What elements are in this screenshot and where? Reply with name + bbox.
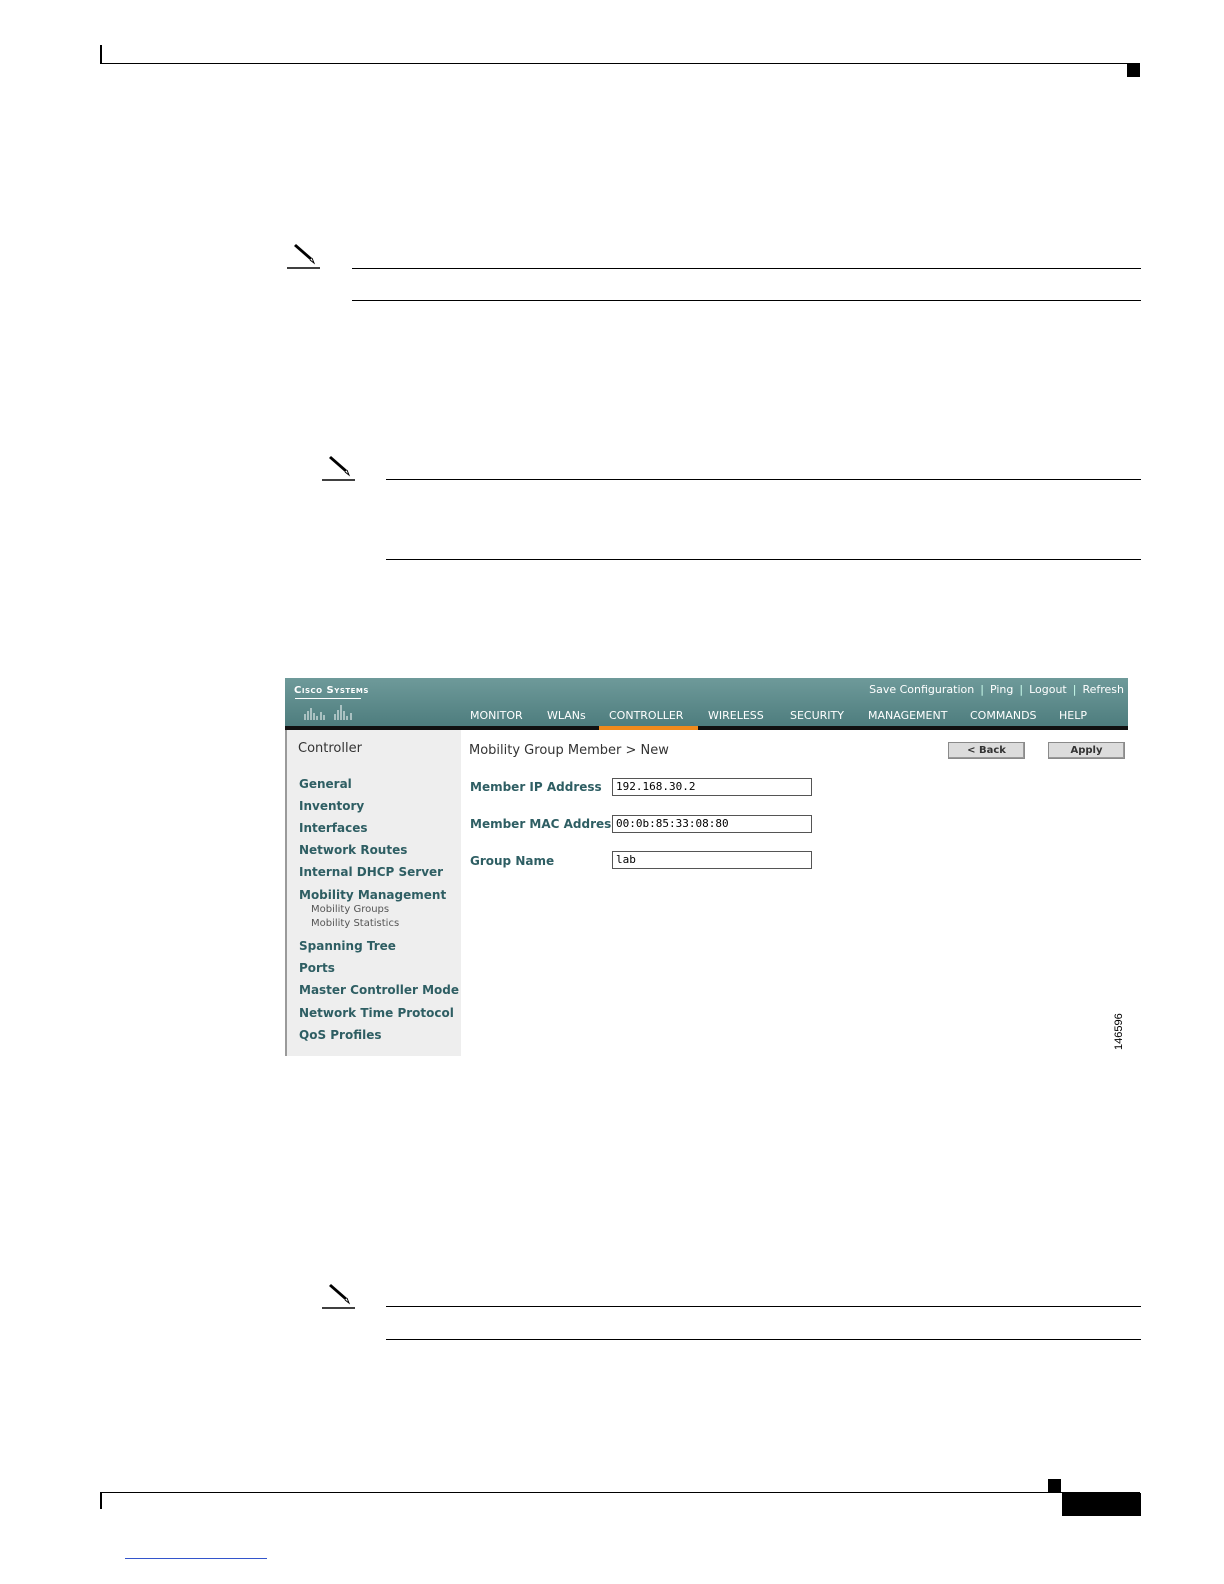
sidebar-item-spanning-tree[interactable]: Spanning Tree xyxy=(299,939,396,953)
figure-number: 146596 xyxy=(1113,1013,1125,1050)
sidebar-item-master-controller-mode[interactable]: Master Controller Mode xyxy=(299,983,459,997)
sidebar-subitem-mobility-statistics[interactable]: Mobility Statistics xyxy=(311,918,399,929)
footer-left-tick xyxy=(100,1492,102,1509)
tab-commands[interactable]: COMMANDS xyxy=(970,709,1037,722)
sidebar-item-ports[interactable]: Ports xyxy=(299,961,335,975)
footer-link-underline xyxy=(125,1558,267,1559)
tab-management[interactable]: MANAGEMENT xyxy=(868,709,947,722)
sidebar-item-network-routes[interactable]: Network Routes xyxy=(299,843,407,857)
tab-help[interactable]: HELP xyxy=(1059,709,1087,722)
member-mac-address-label: Member MAC Address xyxy=(470,817,619,831)
note-rule-bottom xyxy=(386,559,1141,560)
note-pencil-icon xyxy=(322,1284,355,1309)
sidebar-title: Controller xyxy=(298,741,362,756)
note-pencil-icon xyxy=(287,244,320,269)
sidebar-item-internal-dhcp-server[interactable]: Internal DHCP Server xyxy=(299,865,443,879)
header-rule xyxy=(100,63,1140,64)
footer-rule xyxy=(100,1492,1140,1493)
logout-link[interactable]: Logout xyxy=(1029,683,1067,696)
sidebar-item-inventory[interactable]: Inventory xyxy=(299,799,364,813)
sidebar-item-network-time-protocol[interactable]: Network Time Protocol xyxy=(299,1006,454,1020)
tab-security[interactable]: SECURITY xyxy=(790,709,844,722)
controller-web-ui-screenshot: Cisco Systems Save Configuration | Ping | Lo… xyxy=(285,678,1128,1056)
tab-wlans[interactable]: WLANs xyxy=(547,709,586,722)
page-number-tab xyxy=(1062,1493,1141,1516)
note-rule-top xyxy=(386,1306,1141,1307)
link-separator: | xyxy=(1072,683,1077,696)
sidebar: Controller General Inventory Interfaces … xyxy=(285,730,461,1056)
group-name-input[interactable]: lab xyxy=(612,851,812,869)
footer-corner-mark xyxy=(1048,1479,1061,1492)
page-title: Mobility Group Member > New xyxy=(469,743,669,758)
refresh-link[interactable]: Refresh xyxy=(1082,683,1124,696)
cisco-logo-text: Cisco Systems xyxy=(294,685,369,696)
sidebar-item-qos-profiles[interactable]: QoS Profiles xyxy=(299,1028,382,1042)
ping-link[interactable]: Ping xyxy=(990,683,1013,696)
link-separator: | xyxy=(1019,683,1024,696)
save-configuration-link[interactable]: Save Configuration xyxy=(869,683,974,696)
sidebar-item-general[interactable]: General xyxy=(299,777,352,791)
back-button[interactable]: < Back xyxy=(948,742,1025,759)
member-mac-address-input[interactable]: 00:0b:85:33:08:80 xyxy=(612,815,812,833)
tab-controller[interactable]: CONTROLLER xyxy=(609,709,683,722)
note-rule-bottom xyxy=(386,1339,1141,1340)
note-rule-bottom xyxy=(352,300,1141,301)
apply-button[interactable]: Apply xyxy=(1048,742,1125,759)
note-rule-top xyxy=(386,479,1141,480)
active-tab-indicator xyxy=(599,726,698,730)
sidebar-subitem-mobility-groups[interactable]: Mobility Groups xyxy=(311,904,389,915)
member-ip-address-input[interactable]: 192.168.30.2 xyxy=(612,778,812,796)
member-ip-address-label: Member IP Address xyxy=(470,780,602,794)
tab-wireless[interactable]: WIRELESS xyxy=(708,709,764,722)
note-rule-top xyxy=(352,268,1141,269)
header-links: Save Configuration | Ping | Logout | Refresh xyxy=(869,683,1124,696)
tab-monitor[interactable]: MONITOR xyxy=(470,709,523,722)
group-name-label: Group Name xyxy=(470,854,555,868)
link-separator: | xyxy=(980,683,984,696)
sidebar-item-mobility-management[interactable]: Mobility Management xyxy=(299,888,446,902)
cisco-logo-icon xyxy=(295,698,361,721)
header-left-tick xyxy=(100,45,102,64)
app-header: Cisco Systems Save Configuration | Ping | Lo… xyxy=(285,678,1128,726)
sidebar-item-interfaces[interactable]: Interfaces xyxy=(299,821,368,835)
note-pencil-icon xyxy=(322,456,355,481)
header-corner-mark xyxy=(1127,64,1140,77)
